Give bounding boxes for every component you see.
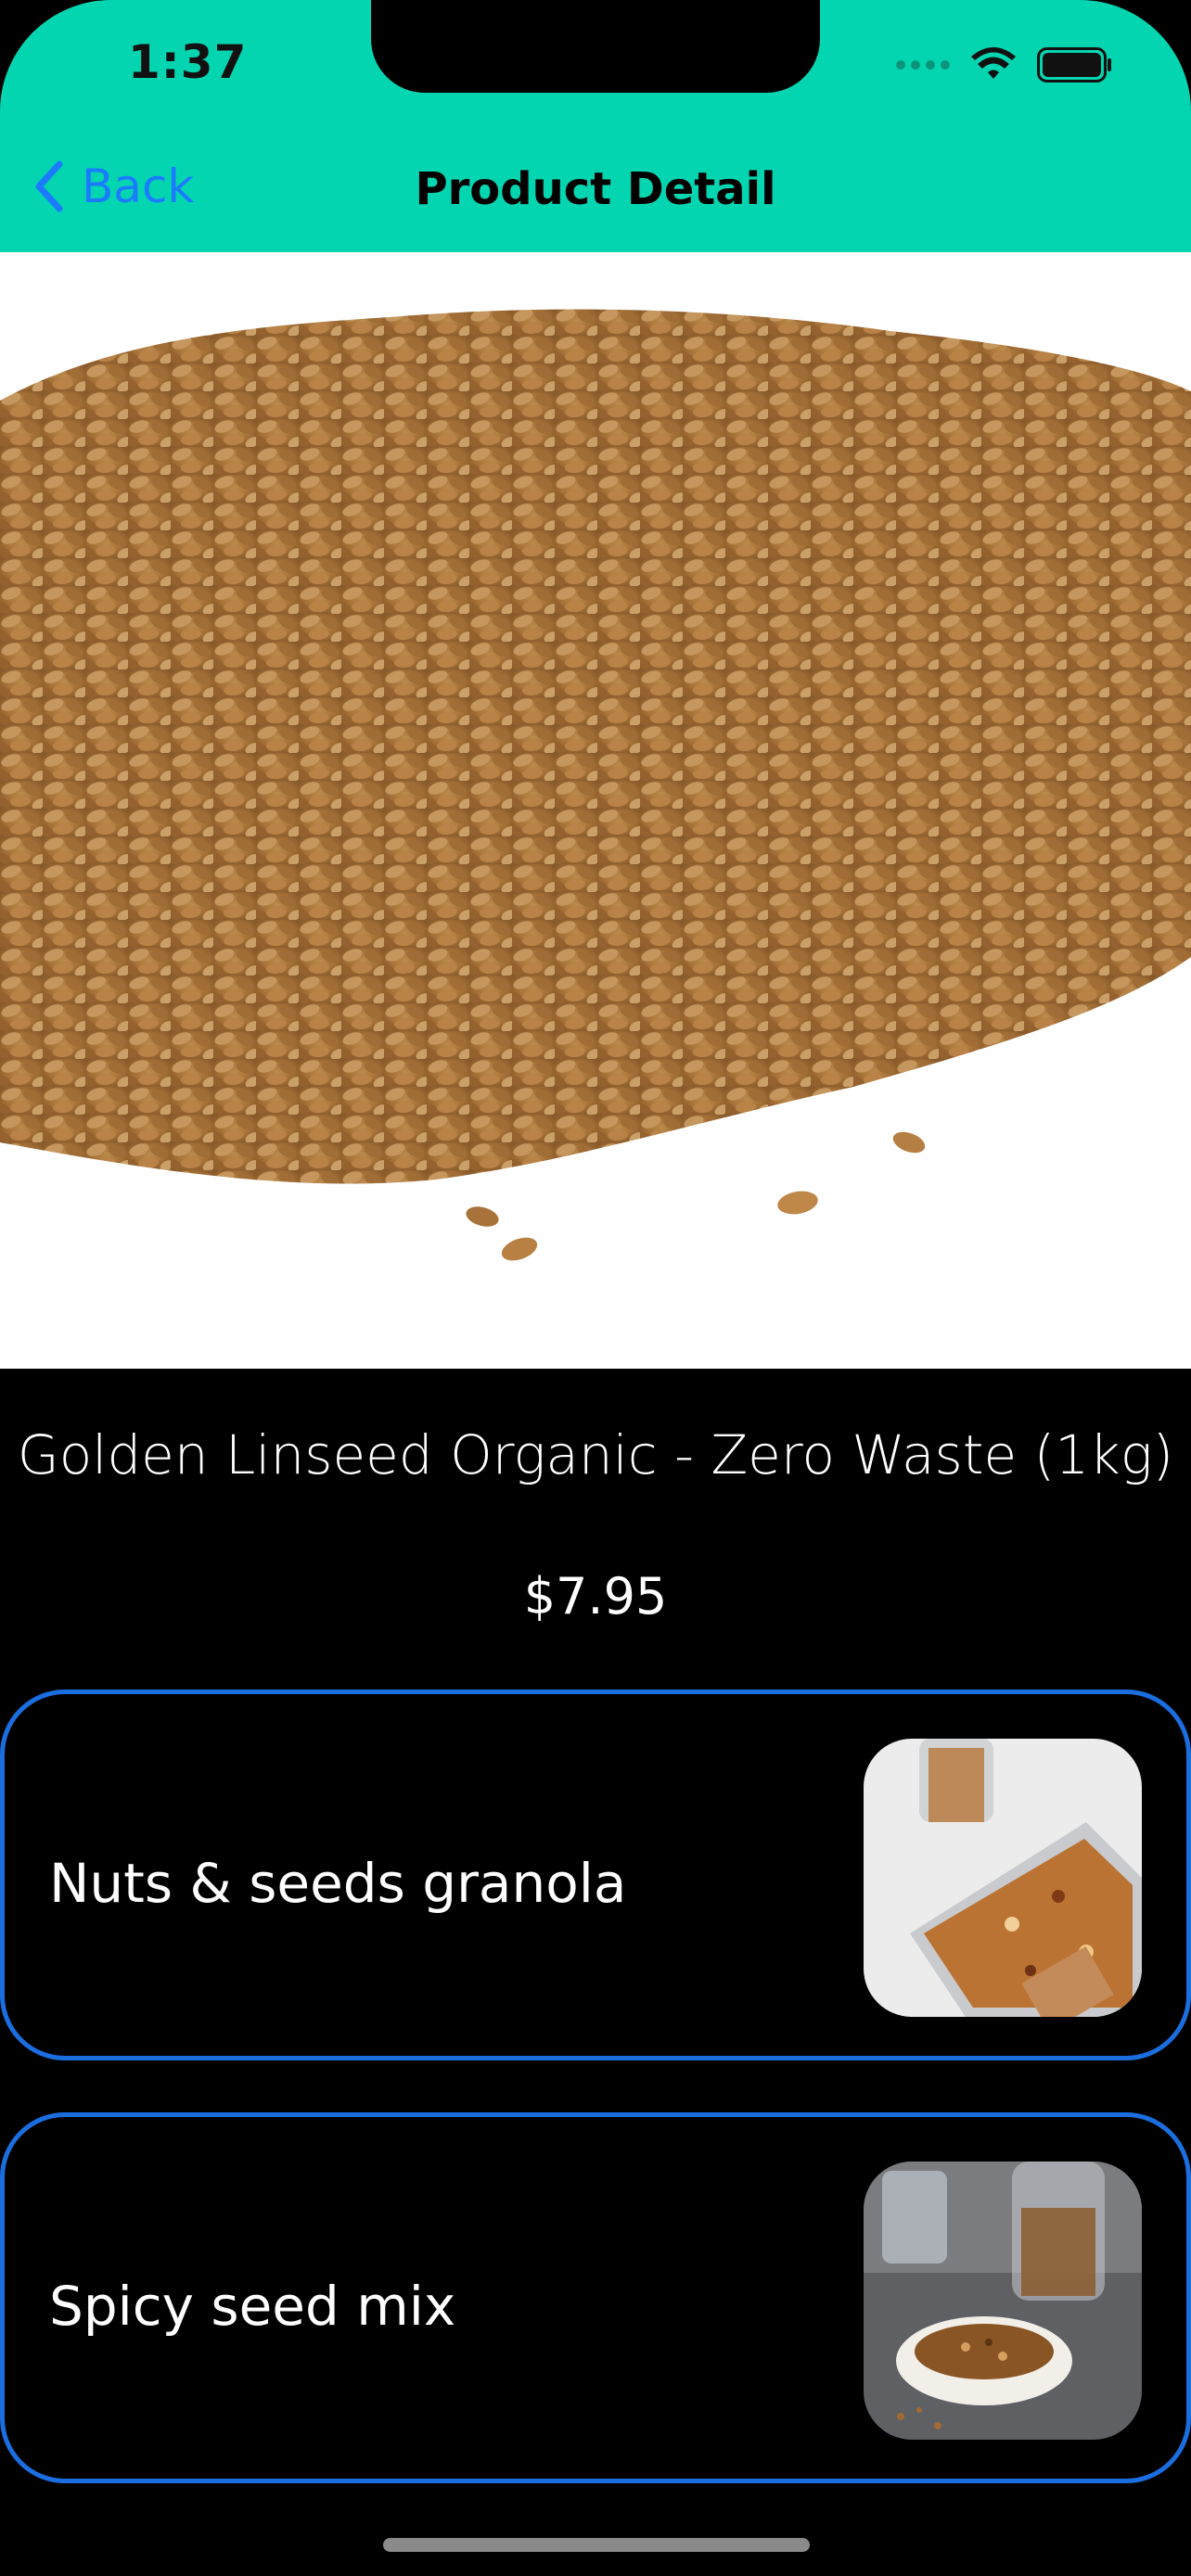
product-price: $7.95 bbox=[523, 1567, 668, 1626]
app-screen: 1:37 Back Product Detail Golden Linseed … bbox=[0, 0, 1191, 2576]
seed-mix-thumbnail bbox=[864, 2162, 1142, 2440]
recipe-card[interactable]: Spicy seed mix bbox=[0, 2112, 1191, 2483]
page-title: Product Detail bbox=[415, 163, 776, 215]
signal-icon bbox=[896, 60, 950, 70]
product-name: Golden Linseed Organic - Zero Waste (1kg… bbox=[17, 1423, 1174, 1486]
recipe-card-label: Nuts & seeds granola bbox=[49, 1852, 627, 1915]
recipe-card[interactable]: Nuts & seeds granola bbox=[0, 1690, 1191, 2060]
wifi-icon bbox=[971, 47, 1016, 79]
linseed-pile-image bbox=[0, 252, 1191, 1369]
home-indicator[interactable] bbox=[383, 2538, 810, 2552]
status-icons bbox=[896, 42, 1113, 88]
navigation-header: 1:37 Back Product Detail bbox=[0, 0, 1191, 252]
product-image bbox=[0, 252, 1191, 1369]
granola-thumbnail bbox=[864, 1739, 1142, 2017]
recipe-card-label: Spicy seed mix bbox=[49, 2275, 456, 2338]
status-time: 1:37 bbox=[128, 35, 248, 89]
device-notch bbox=[371, 0, 820, 93]
battery-icon bbox=[1037, 47, 1111, 83]
